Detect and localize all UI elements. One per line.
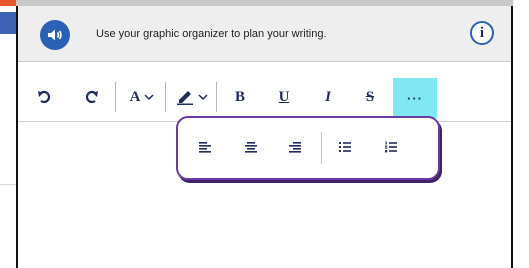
bold-button[interactable]: B: [230, 84, 250, 110]
instruction-text: Use your graphic organizer to plan your …: [96, 28, 327, 40]
highlighter-icon: [177, 91, 193, 105]
numbered-list-icon[interactable]: [384, 140, 398, 154]
formatting-toolbar: A B U I S ···: [18, 62, 511, 122]
instruction-header: Use your graphic organizer to plan your …: [18, 6, 511, 62]
info-button[interactable]: i: [470, 21, 494, 45]
undo-icon: [38, 90, 51, 104]
background-left-edge: [0, 6, 16, 262]
italic-label: I: [325, 88, 331, 105]
font-color-label: A: [129, 88, 141, 105]
writing-panel: Use your graphic organizer to plan your …: [16, 6, 513, 268]
background-right-edge: [513, 0, 529, 262]
chevron-down-icon: [198, 94, 208, 101]
redo-button[interactable]: [80, 84, 102, 110]
more-icon: ···: [407, 90, 423, 106]
underline-button[interactable]: U: [274, 84, 294, 110]
align-center-icon[interactable]: [244, 140, 258, 154]
align-right-icon[interactable]: [288, 140, 302, 154]
more-options-popover: [176, 116, 440, 180]
align-left-icon[interactable]: [198, 140, 212, 154]
italic-button[interactable]: I: [318, 84, 338, 110]
read-aloud-button[interactable]: [40, 20, 70, 50]
info-icon: i: [479, 24, 485, 41]
background-divider: [0, 184, 16, 185]
more-options-button[interactable]: ···: [393, 78, 437, 118]
strikethrough-label: S: [365, 88, 375, 105]
background-blue-band: [0, 12, 16, 34]
strikethrough-button[interactable]: S: [360, 84, 380, 110]
speaker-icon: [48, 29, 62, 41]
bold-label: B: [234, 88, 245, 105]
toolbar-divider: [115, 82, 116, 112]
font-color-dropdown[interactable]: A: [124, 84, 160, 110]
chevron-down-icon: [144, 94, 154, 101]
underline-label: U: [278, 88, 290, 105]
bulleted-list-icon[interactable]: [338, 140, 352, 154]
toolbar-divider: [216, 82, 217, 112]
undo-button[interactable]: [34, 84, 56, 110]
highlight-dropdown[interactable]: [172, 84, 212, 110]
popover-divider: [321, 132, 322, 164]
toolbar-divider: [165, 82, 166, 112]
redo-icon: [85, 90, 98, 104]
